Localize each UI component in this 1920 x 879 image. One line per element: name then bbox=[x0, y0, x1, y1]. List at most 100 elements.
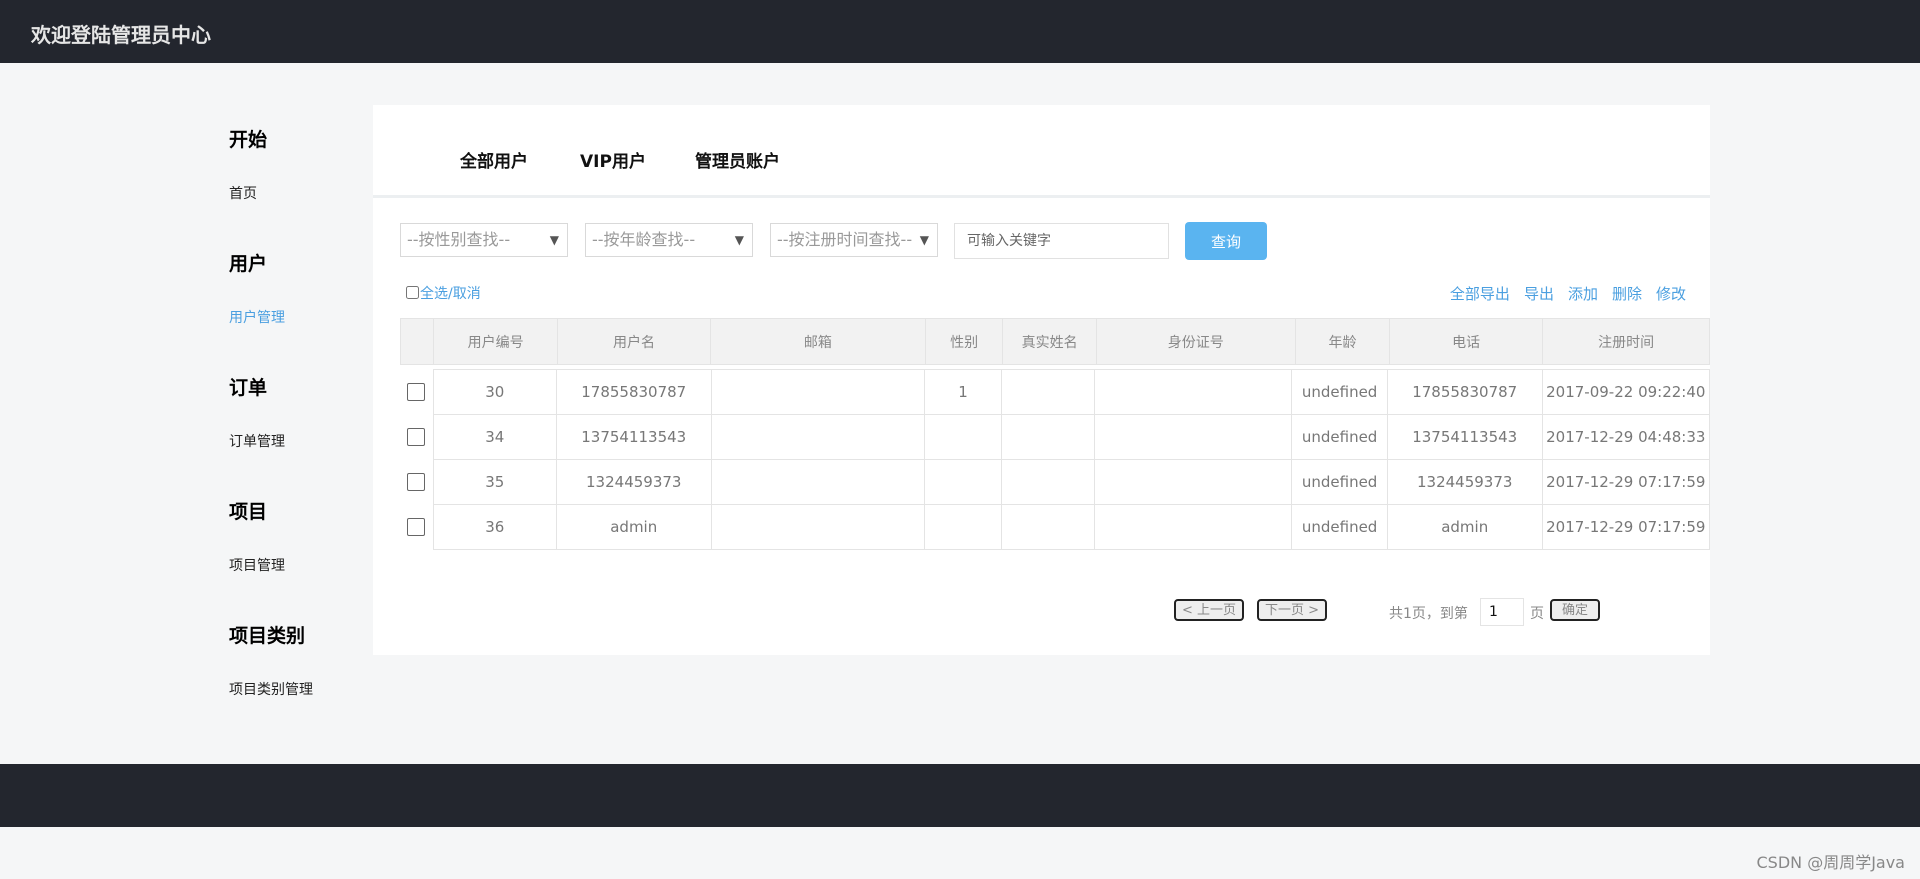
select-all-toggle[interactable]: 全选/取消 bbox=[406, 283, 481, 303]
header-checkbox-cell bbox=[399, 318, 435, 365]
cell-phone: 17855830787 bbox=[1386, 369, 1543, 415]
cell-email bbox=[710, 369, 925, 415]
edit-link[interactable]: 修改 bbox=[1656, 285, 1686, 303]
table-row: 35 1324459373 undefined 1324459373 2017-… bbox=[400, 459, 1711, 505]
table-row: 36 admin undefined admin 2017-12-29 07:1… bbox=[400, 504, 1711, 550]
cell-real-name bbox=[1001, 504, 1095, 550]
action-links: 全部导出 导出 添加 删除 修改 bbox=[1436, 283, 1686, 304]
page-number-input[interactable]: 1 bbox=[1480, 598, 1524, 626]
app-title: 欢迎登陆管理员中心 bbox=[31, 23, 211, 47]
cell-real-name bbox=[1001, 459, 1095, 505]
column-header: 电话 bbox=[1389, 318, 1544, 365]
row-checkbox[interactable] bbox=[407, 428, 426, 447]
cell-username: 17855830787 bbox=[555, 369, 712, 415]
cell-user-id: 35 bbox=[432, 459, 557, 505]
select-all-label: 全选/取消 bbox=[420, 286, 481, 302]
chevron-down-icon: ▼ bbox=[919, 233, 929, 247]
cell-username: 1324459373 bbox=[555, 459, 712, 505]
confirm-page-button[interactable]: 确定 bbox=[1550, 599, 1600, 621]
export-all-link[interactable]: 全部导出 bbox=[1450, 285, 1510, 303]
cell-email bbox=[710, 459, 925, 505]
top-header: 欢迎登陆管理员中心 bbox=[0, 0, 1920, 63]
sidebar-group-title: 项目 bbox=[229, 501, 268, 523]
delete-link[interactable]: 删除 bbox=[1612, 285, 1642, 303]
age-filter-value: --按年龄查找-- bbox=[592, 230, 696, 249]
regtime-filter-select[interactable]: --按注册时间查找-- ▼ bbox=[770, 223, 938, 257]
cell-id-number bbox=[1093, 369, 1293, 415]
sidebar-group-project-category: 项目类别 项目类别管理 bbox=[229, 621, 369, 705]
column-header: 身份证号 bbox=[1095, 318, 1296, 365]
cell-gender bbox=[923, 504, 1003, 550]
cell-user-id: 34 bbox=[432, 414, 557, 460]
row-checkbox-cell bbox=[400, 459, 434, 505]
sidebar-group-title: 开始 bbox=[229, 129, 268, 151]
cell-reg-time: 2017-12-29 04:48:33 bbox=[1541, 414, 1711, 460]
cell-reg-time: 2017-12-29 07:17:59 bbox=[1541, 504, 1711, 550]
chevron-down-icon: ▼ bbox=[549, 233, 559, 247]
column-header: 注册时间 bbox=[1542, 318, 1710, 365]
sidebar-group-title: 订单 bbox=[229, 377, 268, 399]
table-toolbar: 全选/取消 全部导出 导出 添加 删除 修改 bbox=[406, 283, 1686, 307]
column-header: 性别 bbox=[924, 318, 1004, 365]
select-all-checkbox[interactable] bbox=[406, 286, 419, 299]
sidebar-item-order-management[interactable]: 订单管理 bbox=[229, 427, 369, 457]
column-header: 邮箱 bbox=[710, 318, 926, 365]
column-header: 用户编号 bbox=[433, 318, 558, 365]
tab-bar: 全部用户 VIP用户 管理员账户 bbox=[373, 105, 1710, 198]
row-checkbox-cell bbox=[400, 504, 434, 550]
column-header: 真实姓名 bbox=[1002, 318, 1097, 365]
cell-username: admin bbox=[555, 504, 712, 550]
gender-filter-select[interactable]: --按性别查找-- ▼ bbox=[400, 223, 568, 257]
sidebar-group-start: 开始 首页 bbox=[229, 125, 369, 209]
gender-filter-value: --按性别查找-- bbox=[407, 230, 511, 249]
table-row: 34 13754113543 undefined 13754113543 201… bbox=[400, 414, 1711, 460]
cell-user-id: 36 bbox=[432, 504, 557, 550]
cell-age: undefined bbox=[1291, 504, 1388, 550]
user-table: 用户编号 用户名 邮箱 性别 真实姓名 身份证号 年龄 电话 注册时间 30 1… bbox=[399, 318, 1711, 550]
sidebar-item-user-management[interactable]: 用户管理 bbox=[229, 303, 369, 333]
column-header: 年龄 bbox=[1294, 318, 1391, 365]
cell-gender: 1 bbox=[923, 369, 1003, 415]
sidebar-group-title: 项目类别 bbox=[229, 625, 306, 647]
add-link[interactable]: 添加 bbox=[1568, 285, 1598, 303]
row-checkbox[interactable] bbox=[407, 518, 426, 537]
cell-real-name bbox=[1001, 414, 1095, 460]
row-checkbox[interactable] bbox=[407, 383, 426, 402]
cell-gender bbox=[923, 459, 1003, 505]
row-checkbox[interactable] bbox=[407, 473, 426, 492]
total-pages-text: 共1页，到第 bbox=[1389, 606, 1468, 622]
table-body: 30 17855830787 1 undefined 17855830787 2… bbox=[400, 369, 1711, 550]
watermark-text: CSDN @周周学Java bbox=[1756, 853, 1905, 872]
keyword-search-input[interactable] bbox=[954, 223, 1169, 259]
cell-reg-time: 2017-09-22 09:22:40 bbox=[1541, 369, 1711, 415]
sidebar-item-home[interactable]: 首页 bbox=[229, 179, 369, 209]
sidebar-item-project-category-management[interactable]: 项目类别管理 bbox=[229, 675, 369, 705]
cell-phone: admin bbox=[1386, 504, 1543, 550]
tab-admin-accounts[interactable]: 管理员账户 bbox=[695, 147, 780, 172]
sidebar-group-user: 用户 用户管理 bbox=[229, 249, 369, 333]
column-header: 用户名 bbox=[556, 318, 712, 365]
cell-phone: 1324459373 bbox=[1386, 459, 1543, 505]
cell-age: undefined bbox=[1291, 369, 1388, 415]
cell-email bbox=[710, 414, 925, 460]
page-footer bbox=[0, 764, 1920, 827]
cell-id-number bbox=[1093, 414, 1293, 460]
cell-age: undefined bbox=[1291, 459, 1388, 505]
table-header: 用户编号 用户名 邮箱 性别 真实姓名 身份证号 年龄 电话 注册时间 bbox=[399, 318, 1710, 365]
tab-all-users[interactable]: 全部用户 bbox=[460, 147, 528, 172]
query-button[interactable]: 查询 bbox=[1185, 222, 1267, 260]
age-filter-select[interactable]: --按年龄查找-- ▼ bbox=[585, 223, 753, 257]
cell-phone: 13754113543 bbox=[1386, 414, 1543, 460]
cell-id-number bbox=[1093, 504, 1293, 550]
next-page-button[interactable]: 下一页 > bbox=[1257, 599, 1327, 621]
page-unit-text: 页 bbox=[1530, 606, 1544, 622]
chevron-down-icon: ▼ bbox=[734, 233, 744, 247]
export-link[interactable]: 导出 bbox=[1524, 285, 1554, 303]
prev-page-button[interactable]: < 上一页 bbox=[1174, 599, 1244, 621]
row-checkbox-cell bbox=[400, 414, 434, 460]
cell-gender bbox=[923, 414, 1003, 460]
sidebar-item-project-management[interactable]: 项目管理 bbox=[229, 551, 369, 581]
pagination: < 上一页 下一页 > 共1页，到第 1 页 确定 bbox=[373, 595, 1710, 626]
tab-vip-users[interactable]: VIP用户 bbox=[580, 147, 646, 172]
cell-username: 13754113543 bbox=[555, 414, 712, 460]
